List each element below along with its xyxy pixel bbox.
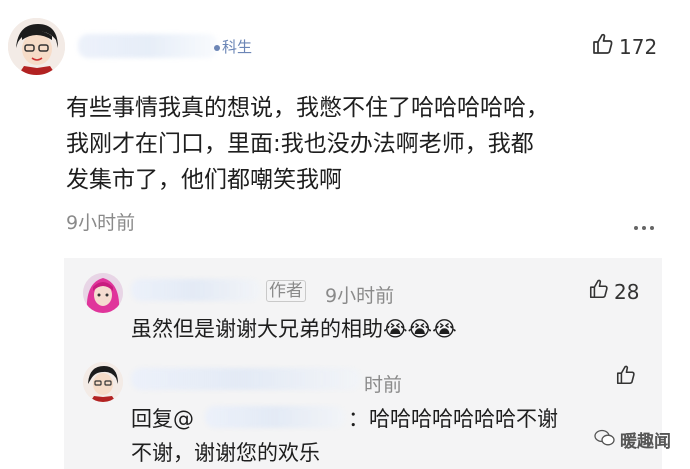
reply-text-content: 哈哈哈哈哈哈哈不谢 xyxy=(369,407,558,431)
comment-line: 发集市了，他们都嘲笑我啊 xyxy=(66,167,342,193)
username-blurred xyxy=(131,279,261,301)
user-badge: 科生 xyxy=(214,36,252,57)
crying-emoji-icon: 😭 xyxy=(383,317,408,341)
mention-blurred[interactable] xyxy=(205,406,345,428)
username-blurred xyxy=(78,34,218,58)
reply-text-line: 不谢，谢谢您的欢乐 xyxy=(131,441,320,465)
reply-text: 虽然但是谢谢大兄弟的相助😭😭😭 xyxy=(131,313,457,343)
thumbs-up-icon xyxy=(591,32,615,61)
like-count: 28 xyxy=(614,279,640,304)
thumbs-up-icon xyxy=(588,278,610,305)
crying-emoji-icon: 😭 xyxy=(407,317,433,341)
like-button[interactable] xyxy=(615,364,637,390)
more-options-icon[interactable] xyxy=(630,215,654,234)
comment-line: 有些事情我真的想说，我憋不住了哈哈哈哈哈， xyxy=(66,95,549,121)
like-button[interactable]: 28 xyxy=(588,278,639,305)
username-blurred xyxy=(131,368,361,390)
user-badge-label: 科生 xyxy=(222,38,253,56)
reply-time: 9小时前 xyxy=(325,285,395,307)
watermark: 暖趣闻 xyxy=(594,427,671,452)
crying-emoji-icon: 😭 xyxy=(432,317,457,341)
reply-text-line: ：哈哈哈哈哈哈哈不谢 xyxy=(348,407,558,431)
author-tag-label: 作者 xyxy=(266,280,306,302)
reply-time: 时前 xyxy=(364,374,403,396)
avatar[interactable] xyxy=(83,362,123,402)
like-count: 172 xyxy=(619,34,658,59)
avatar[interactable] xyxy=(83,273,123,313)
comment-time: 9小时前 xyxy=(66,212,136,234)
avatar[interactable] xyxy=(8,18,65,75)
comment-text: 有些事情我真的想说，我憋不住了哈哈哈哈哈， 我刚才在门口，里面:我也没办法啊老师… xyxy=(66,90,549,198)
like-button[interactable]: 172 xyxy=(591,32,657,61)
watermark-label: 暖趣闻 xyxy=(620,432,671,452)
wechat-icon xyxy=(594,429,616,451)
comment-line: 我刚才在门口，里面:我也没办法啊老师，我都 xyxy=(66,131,534,157)
author-tag: 作者 xyxy=(266,280,306,302)
reply-text-content: 虽然但是谢谢大兄弟的相助 xyxy=(131,317,383,341)
reply-prefix: 回复@ xyxy=(131,407,194,431)
thumbs-up-icon xyxy=(615,364,637,390)
